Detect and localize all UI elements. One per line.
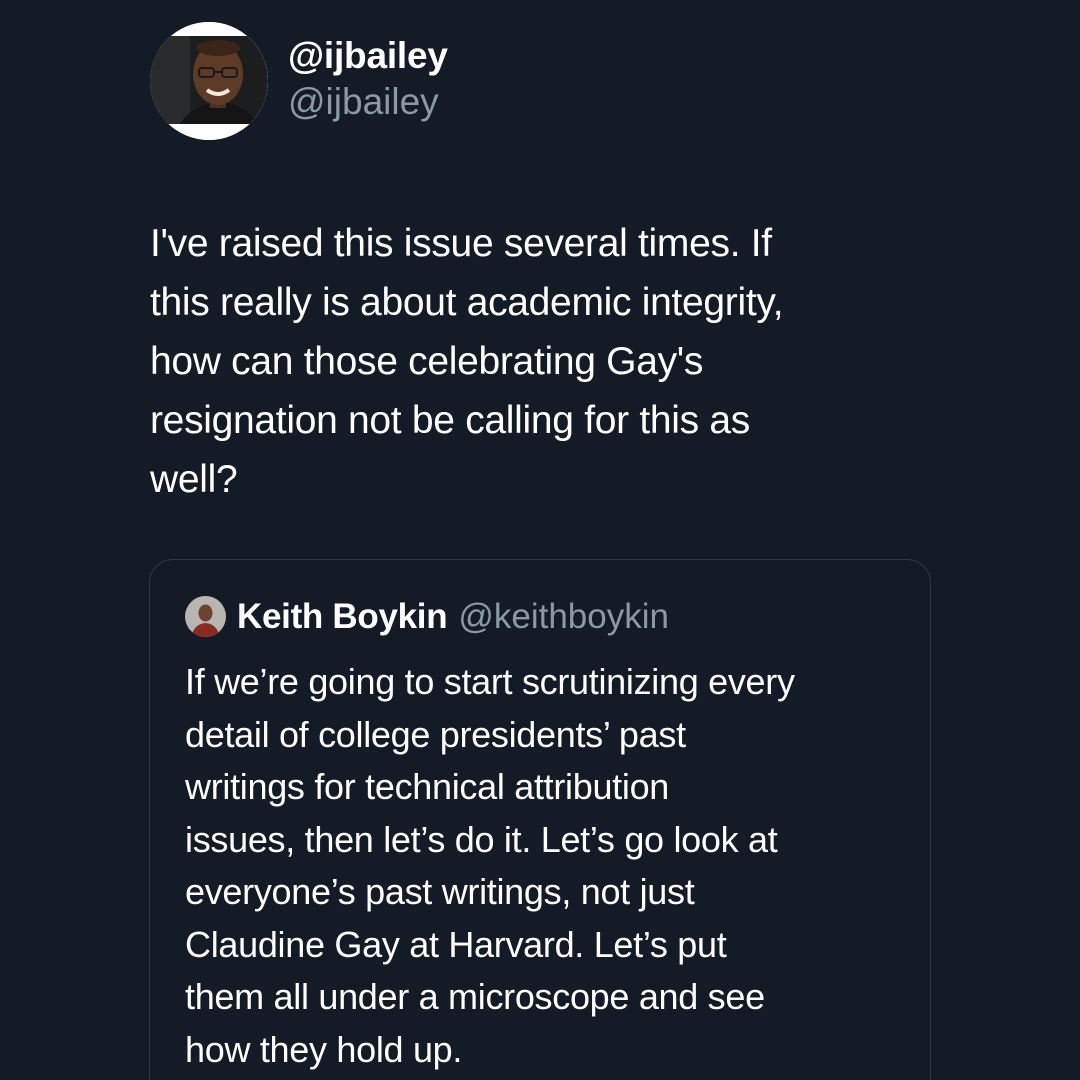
author-handle[interactable]: @ijbailey [288,79,448,125]
tweet-body-text: I've raised this issue several times. If… [150,222,784,501]
author-avatar[interactable] [150,22,268,140]
quoted-tweet-text: If we’re going to start scrutinizing eve… [185,661,795,1070]
quoted-tweet-card[interactable]: Keith Boykin @keithboykin If we’re going… [149,559,931,1080]
author-names: @ijbailey @ijbailey [288,33,448,125]
tweet-author-header: @ijbailey @ijbailey [150,22,448,140]
quoted-author-handle[interactable]: @keithboykin [458,597,669,637]
quoted-author-name[interactable]: Keith Boykin [237,597,448,637]
tweet-screenshot: { "author": { "display_name": "@ijbailey… [0,0,1080,1080]
quoted-author-photo-icon [185,596,226,637]
quoted-tweet-header: Keith Boykin @keithboykin [185,596,669,637]
quoted-author-avatar[interactable] [185,596,226,637]
author-display-name[interactable]: @ijbailey [288,33,448,79]
author-photo-icon [150,22,268,140]
